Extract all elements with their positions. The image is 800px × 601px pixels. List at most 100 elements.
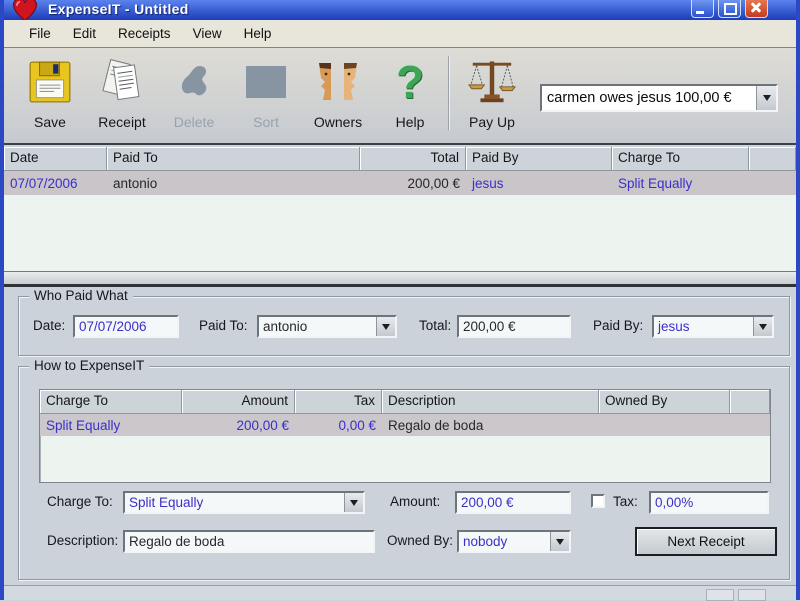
status-bar	[4, 585, 796, 601]
close-button[interactable]	[745, 0, 768, 18]
cell-tax: 0,00 €	[338, 417, 376, 433]
charge-to-label: Charge To:	[47, 494, 113, 509]
save-button[interactable]: Save	[14, 54, 86, 130]
expense-line-row[interactable]: Split Equally 200,00 € 0,00 € Regalo de …	[40, 414, 770, 436]
col-date[interactable]: Date	[4, 147, 107, 170]
minimize-button[interactable]	[691, 0, 714, 18]
maximize-button[interactable]	[718, 0, 741, 18]
pay-up-button[interactable]: Pay Up	[456, 54, 528, 130]
owners-faces-icon	[313, 54, 363, 110]
amount-label: Amount:	[390, 494, 441, 509]
receipt-button[interactable]: Receipt	[86, 54, 158, 130]
who-paid-what-groupbox: Who Paid What Date: Paid To: antonio Tot…	[18, 288, 790, 356]
status-pane	[706, 589, 734, 601]
toolbar-separator	[448, 56, 450, 130]
tax-checkbox[interactable]	[591, 494, 605, 508]
delete-label: Delete	[173, 114, 215, 130]
receipts-table-header: Date Paid To Total Paid By Charge To	[4, 147, 796, 171]
cell-description: Regalo de boda	[388, 417, 484, 433]
charge-to-combobox[interactable]: Split Equally	[123, 491, 365, 514]
menu-help[interactable]: Help	[233, 22, 283, 45]
help-button[interactable]: ? Help	[374, 54, 446, 130]
total-input[interactable]	[457, 315, 571, 338]
question-mark-icon: ?	[395, 56, 425, 108]
col-empty	[749, 147, 796, 170]
balance-dropdown[interactable]: carmen owes jesus 100,00 €	[540, 84, 778, 112]
sort-icon	[241, 54, 291, 110]
sort-label: Sort	[253, 114, 279, 130]
paid-by-value: jesus	[658, 319, 690, 334]
date-input[interactable]	[73, 315, 179, 338]
cell-amount: 200,00 €	[236, 417, 289, 433]
col-description[interactable]: Description	[382, 390, 599, 413]
toolbar: Save Receipt Delete Sort Owners ? Help P…	[4, 48, 796, 145]
owned-by-combobox[interactable]: nobody	[457, 530, 571, 553]
dropdown-arrow-icon[interactable]	[376, 317, 395, 336]
receipt-row[interactable]: 07/07/2006 antonio 200,00 € jesus Split …	[4, 171, 796, 195]
charge-to-value: Split Equally	[129, 495, 204, 510]
help-label: Help	[395, 114, 425, 130]
window-title: ExpenseIT - Untitled	[48, 1, 189, 17]
cell-paid-to: antonio	[113, 175, 158, 191]
expense-lines-table: Charge To Amount Tax Description Owned B…	[39, 389, 771, 483]
paid-by-combobox[interactable]: jesus	[652, 315, 774, 338]
col-empty	[730, 390, 770, 413]
paid-by-label: Paid By:	[593, 318, 644, 333]
col-amount[interactable]: Amount	[182, 390, 295, 413]
pay-up-label: Pay Up	[469, 114, 515, 130]
paid-to-label: Paid To:	[199, 318, 248, 333]
owned-by-value: nobody	[463, 534, 508, 549]
col-total[interactable]: Total	[360, 147, 466, 170]
col-tax[interactable]: Tax	[295, 390, 382, 413]
cell-charge-to: Split Equally	[46, 417, 121, 433]
menu-bar: File Edit Receipts View Help	[4, 20, 796, 48]
col-owned-by[interactable]: Owned By	[599, 390, 730, 413]
owners-label: Owners	[313, 114, 363, 130]
cell-date: 07/07/2006	[10, 175, 78, 191]
col-paid-to[interactable]: Paid To	[107, 147, 360, 170]
dropdown-arrow-icon[interactable]	[344, 493, 363, 512]
title-bar[interactable]: ExpenseIT - Untitled	[4, 0, 796, 22]
how-to-expenseit-title: How to ExpenseIT	[29, 358, 150, 373]
status-pane	[738, 589, 766, 601]
menu-receipts[interactable]: Receipts	[107, 22, 182, 45]
floppy-disk-icon	[25, 54, 75, 110]
dropdown-arrow-icon[interactable]	[550, 532, 569, 551]
description-label: Description:	[47, 533, 119, 548]
total-label: Total:	[419, 318, 452, 333]
owned-by-label: Owned By:	[387, 533, 454, 548]
dropdown-arrow-icon[interactable]	[753, 317, 772, 336]
balance-dropdown-value: carmen owes jesus 100,00 €	[547, 90, 732, 106]
save-label: Save	[34, 114, 66, 130]
menu-view[interactable]: View	[182, 22, 233, 45]
who-paid-what-title: Who Paid What	[29, 288, 133, 303]
col-charge-to[interactable]: Charge To	[612, 147, 749, 170]
delete-button: Delete	[158, 54, 230, 130]
cell-paid-by: jesus	[472, 175, 504, 191]
receipt-icon	[97, 54, 147, 110]
tax-label: Tax:	[613, 494, 638, 509]
col-paid-by[interactable]: Paid By	[466, 147, 612, 170]
balance-scales-icon	[467, 54, 517, 110]
col-charge-to[interactable]: Charge To	[40, 390, 182, 413]
delete-icon	[169, 54, 219, 110]
how-to-expenseit-groupbox: How to ExpenseIT Charge To Amount Tax De…	[18, 358, 790, 580]
description-input[interactable]	[123, 530, 375, 553]
next-receipt-button[interactable]: Next Receipt	[635, 527, 777, 556]
cell-charge-to: Split Equally	[618, 175, 693, 191]
paid-to-combobox[interactable]: antonio	[257, 315, 397, 338]
expense-lines-header: Charge To Amount Tax Description Owned B…	[40, 390, 770, 414]
splitter-handle[interactable]	[4, 271, 796, 287]
menu-file[interactable]: File	[18, 22, 62, 45]
date-label: Date:	[33, 318, 66, 333]
app-window: ExpenseIT - Untitled File Edit Receipts …	[0, 0, 800, 601]
receipts-table: Date Paid To Total Paid By Charge To 07/…	[4, 147, 796, 271]
paid-to-value: antonio	[263, 319, 308, 334]
detail-panel: Who Paid What Date: Paid To: antonio Tot…	[4, 288, 796, 586]
tax-input[interactable]	[649, 491, 769, 514]
receipt-label: Receipt	[98, 114, 146, 130]
owners-button[interactable]: Owners	[302, 54, 374, 130]
amount-input[interactable]	[455, 491, 571, 514]
menu-edit[interactable]: Edit	[62, 22, 107, 45]
dropdown-arrow-icon[interactable]	[756, 86, 776, 110]
